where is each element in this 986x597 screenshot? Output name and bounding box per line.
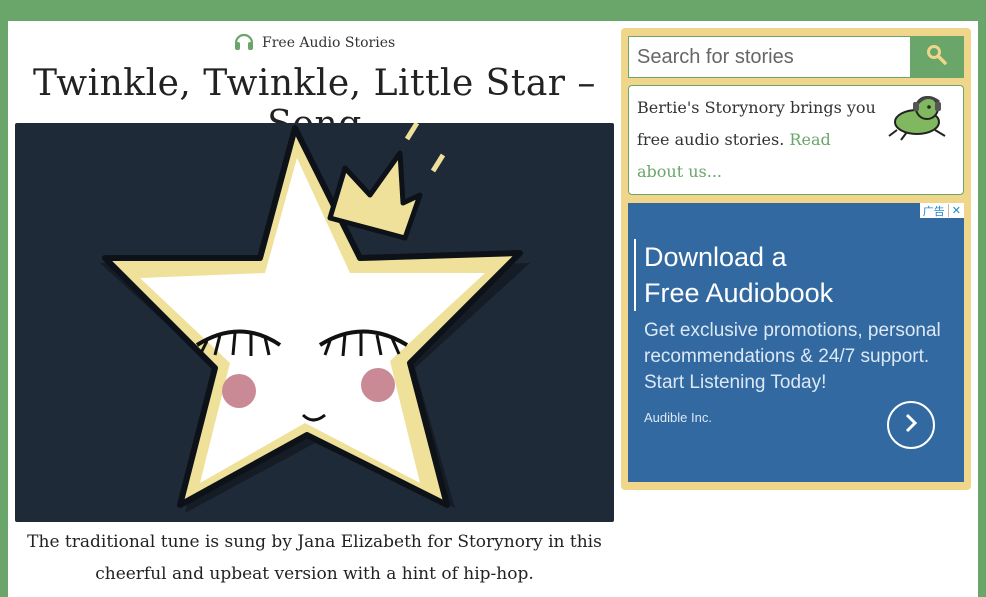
story-caption: The traditional tune is sung by Jana Eli… [27, 532, 602, 584]
ad-company: Audible Inc. [644, 410, 712, 425]
ad-label: 广告 [922, 205, 945, 218]
ad-banner[interactable]: 广告 ✕ Download a Free Audiobook Get exclu… [628, 203, 964, 482]
ad-headline-line-1: Download a [644, 242, 787, 272]
search-form [628, 36, 964, 78]
ad-badge[interactable]: 广告 ✕ [919, 203, 964, 218]
chevron-right-icon [902, 412, 920, 438]
about-box: Bertie's Storynory brings you free audio… [628, 85, 964, 195]
ad-headline: Download a Free Audiobook [634, 239, 833, 311]
star-illustration [100, 123, 530, 513]
ad-cta-button[interactable] [887, 401, 935, 449]
ad-body: Get exclusive promotions, personal recom… [644, 320, 941, 393]
close-icon[interactable]: ✕ [947, 204, 964, 217]
headphones-icon [233, 30, 255, 56]
kicker[interactable]: Free Audio Stories [233, 32, 395, 54]
page: Free Audio Stories Twinkle, Twinkle, Lit… [8, 21, 978, 597]
ad-headline-line-2: Free Audiobook [644, 278, 834, 308]
hero-image [15, 123, 614, 522]
about-description: Bertie's Storynory brings you free audio… [637, 98, 876, 149]
search-input[interactable] [629, 37, 910, 77]
sidebar: Bertie's Storynory brings you free audio… [621, 28, 971, 490]
about-text: Bertie's Storynory brings you free audio… [637, 92, 877, 188]
search-icon [926, 44, 948, 70]
kicker-label: Free Audio Stories [262, 35, 396, 51]
frog-icon [887, 90, 951, 155]
search-button[interactable] [910, 37, 963, 77]
